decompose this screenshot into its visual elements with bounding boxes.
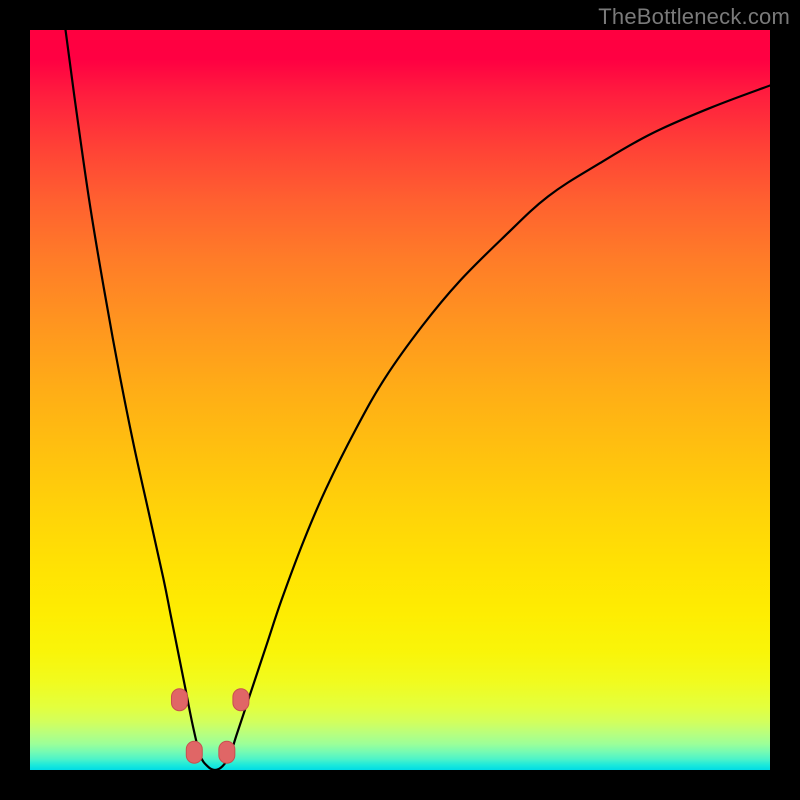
curve-layer	[30, 30, 770, 770]
curve-marker-3	[233, 689, 249, 711]
plot-area	[30, 30, 770, 770]
chart-frame: TheBottleneck.com	[0, 0, 800, 800]
curve-marker-1	[186, 741, 202, 763]
curve-markers	[171, 689, 248, 764]
curve-marker-0	[171, 689, 187, 711]
curve-marker-2	[219, 741, 235, 763]
bottleneck-curve	[66, 30, 770, 770]
watermark-text: TheBottleneck.com	[598, 4, 790, 30]
